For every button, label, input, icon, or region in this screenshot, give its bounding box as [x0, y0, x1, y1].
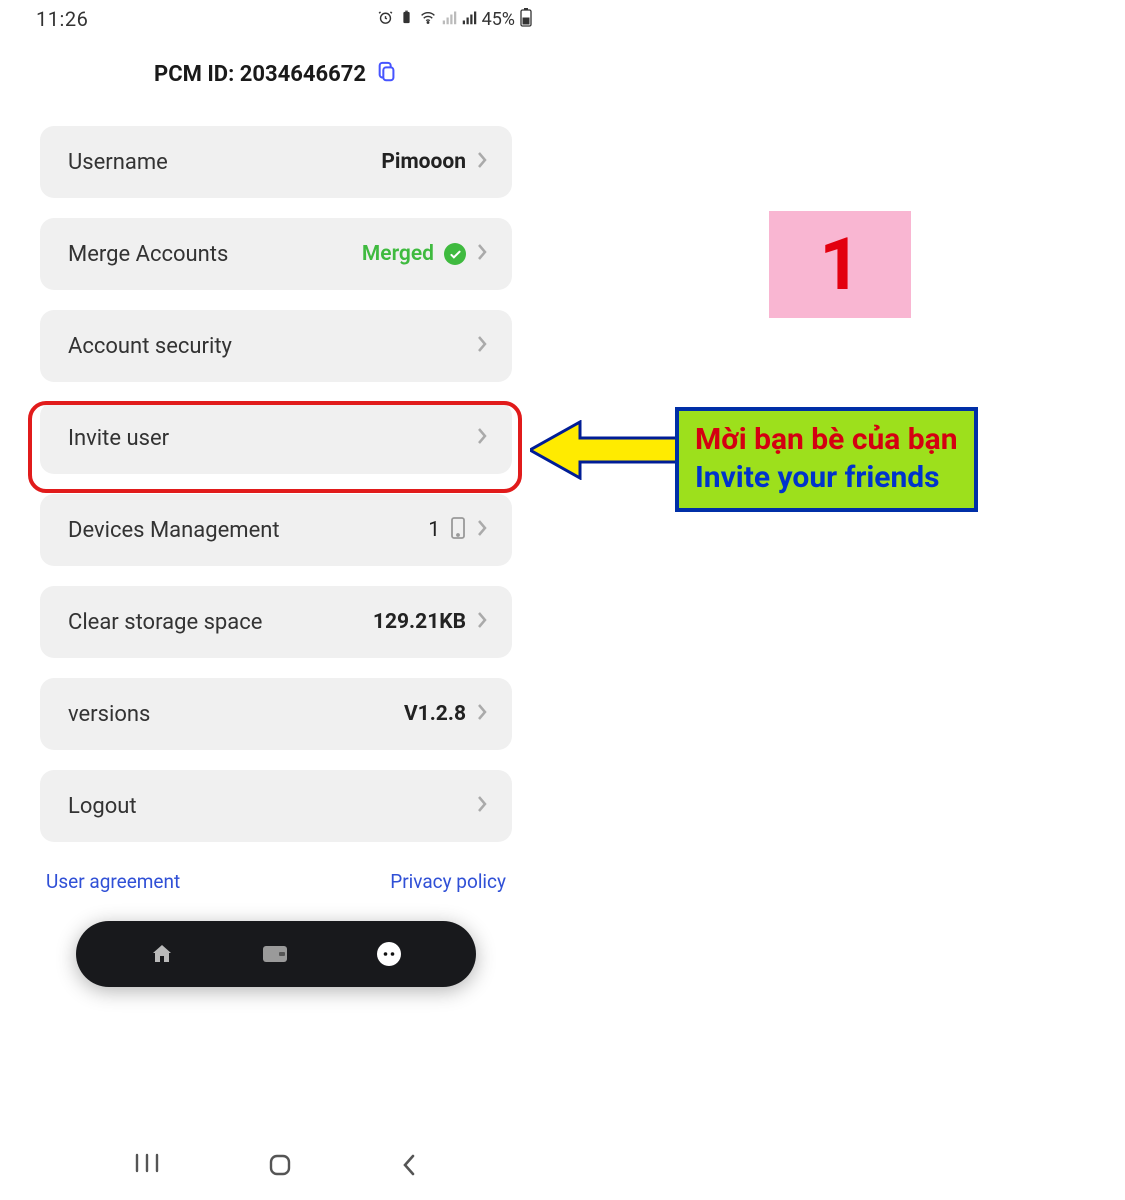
nav-home-icon[interactable] — [150, 942, 174, 966]
battery-saver-icon — [399, 9, 414, 30]
nav-wallet-icon[interactable] — [262, 943, 288, 965]
username-value: Pimooon — [381, 150, 466, 174]
menu-item-versions[interactable]: versions V1.2.8 — [40, 678, 512, 750]
chevron-right-icon — [476, 518, 488, 542]
logout-label: Logout — [68, 794, 137, 819]
signal-icon-2 — [462, 10, 477, 29]
username-label: Username — [68, 150, 168, 175]
battery-text: 45% — [482, 9, 515, 30]
versions-label: versions — [68, 702, 150, 727]
storage-value: 129.21KB — [373, 610, 466, 634]
battery-icon — [520, 7, 532, 31]
menu-item-invite-user[interactable]: Invite user — [40, 402, 512, 474]
versions-value: V1.2.8 — [404, 702, 466, 726]
phone-screen: 11:26 45% PCM ID — [0, 0, 552, 1200]
security-label: Account security — [68, 334, 232, 359]
settings-menu: Username Pimooon Merge Accounts Merged — [0, 106, 552, 842]
menu-item-logout[interactable]: Logout — [40, 770, 512, 842]
menu-item-devices[interactable]: Devices Management 1 — [40, 494, 512, 566]
menu-item-clear-storage[interactable]: Clear storage space 129.21KB — [40, 586, 512, 658]
nav-active-icon[interactable] — [376, 941, 402, 967]
check-icon — [444, 243, 466, 265]
annotation-step-badge: 1 — [769, 211, 911, 318]
step-number: 1 — [819, 222, 860, 307]
chevron-right-icon — [476, 426, 488, 450]
phone-icon — [450, 516, 466, 544]
storage-label: Clear storage space — [68, 610, 262, 635]
devices-value: 1 — [428, 518, 440, 542]
invite-label: Invite user — [68, 426, 169, 451]
chevron-right-icon — [476, 702, 488, 726]
chevron-right-icon — [476, 334, 488, 358]
app-bottom-nav — [76, 921, 476, 987]
menu-item-account-security[interactable]: Account security — [40, 310, 512, 382]
pcm-id-text: PCM ID: 2034646672 — [154, 62, 366, 87]
header: PCM ID: 2034646672 — [0, 30, 552, 106]
menu-item-merge-accounts[interactable]: Merge Accounts Merged — [40, 218, 512, 290]
status-time: 11:26 — [36, 7, 88, 31]
callout-line2: Invite your friends — [695, 459, 958, 497]
merge-value: Merged — [362, 242, 434, 266]
signal-icon-1 — [442, 10, 457, 29]
annotation-callout: Mời bạn bè của bạn Invite your friends — [675, 407, 978, 512]
sys-back-button[interactable] — [400, 1152, 418, 1182]
sys-recent-button[interactable] — [134, 1152, 160, 1182]
annotation-arrow-icon — [530, 420, 680, 480]
callout-line1: Mời bạn bè của bạn — [695, 421, 958, 459]
chevron-right-icon — [476, 242, 488, 266]
wifi-icon — [419, 9, 437, 30]
devices-label: Devices Management — [68, 518, 280, 543]
status-indicators: 45% — [377, 7, 532, 31]
menu-item-username[interactable]: Username Pimooon — [40, 126, 512, 198]
sys-home-button[interactable] — [267, 1152, 293, 1182]
system-nav-bar — [0, 1152, 552, 1182]
chevron-right-icon — [476, 150, 488, 174]
merge-label: Merge Accounts — [68, 242, 228, 267]
status-bar: 11:26 45% — [0, 0, 552, 30]
alarm-icon — [377, 9, 394, 30]
pcm-id-row: PCM ID: 2034646672 — [0, 60, 552, 88]
chevron-right-icon — [476, 610, 488, 634]
privacy-policy-link[interactable]: Privacy policy — [390, 870, 506, 893]
user-agreement-link[interactable]: User agreement — [46, 870, 180, 893]
footer-links: User agreement Privacy policy — [0, 842, 552, 893]
chevron-right-icon — [476, 794, 488, 818]
copy-icon[interactable] — [376, 60, 398, 88]
